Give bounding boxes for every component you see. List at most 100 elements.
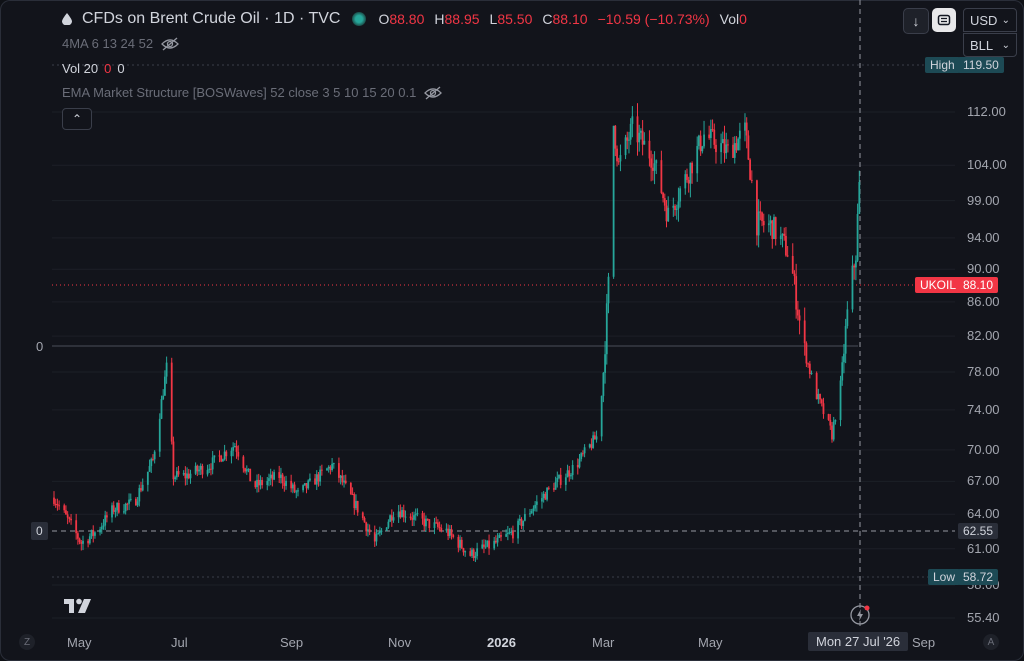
candle-body <box>416 513 419 515</box>
candle-body <box>796 309 799 316</box>
candle-body <box>232 447 235 451</box>
price-tick-label: 94.00 <box>967 229 1000 245</box>
hidden-eye-icon[interactable] <box>424 86 443 100</box>
candle-body <box>208 468 211 470</box>
crosshair-price-badge: 62.55 <box>958 523 999 539</box>
candle-body <box>338 463 340 478</box>
candle-body <box>636 116 639 143</box>
candle-body <box>375 534 378 542</box>
candle-body <box>663 198 666 206</box>
candle-body <box>76 533 79 539</box>
candle-body <box>820 399 823 404</box>
volume-indicator-label[interactable]: Vol 20 <box>62 61 98 76</box>
candle-body <box>452 534 455 537</box>
candle-body <box>626 137 629 141</box>
candle-body <box>732 144 734 158</box>
ma-indicator-legend[interactable]: 4MA 6 13 24 52 <box>62 36 179 51</box>
candle-body <box>245 469 248 472</box>
candle-body <box>851 265 854 310</box>
price-tick-label: 82.00 <box>967 328 1000 344</box>
candle-body <box>541 498 543 502</box>
time-tick-label: May <box>698 635 723 650</box>
candle-body <box>841 362 844 381</box>
candle-body <box>701 146 704 152</box>
candle-body <box>713 129 716 145</box>
candle-body <box>397 511 400 518</box>
candle-body <box>582 453 584 455</box>
candle-body <box>355 501 357 509</box>
candle-body <box>269 474 272 479</box>
candle-body <box>378 531 381 534</box>
left-zero-badge: 0 <box>31 522 48 540</box>
candle-body <box>281 474 284 483</box>
candle-body <box>843 353 845 363</box>
ema-indicator-legend[interactable]: EMA Market Structure [BOSWaves] 52 close… <box>62 85 443 100</box>
candle-body <box>756 180 758 236</box>
candle-body <box>665 205 668 222</box>
candle-body <box>423 518 426 527</box>
candle-body <box>822 403 825 415</box>
collapse-legend-button[interactable]: ⌃ <box>62 108 92 130</box>
volume-value-1: 0 <box>104 61 112 76</box>
candle-body <box>436 522 439 527</box>
ema-indicator-label[interactable]: EMA Market Structure [BOSWaves] 52 close… <box>62 85 416 100</box>
left-zero-label: 0 <box>36 339 44 354</box>
candle-body <box>380 530 383 532</box>
candle-body <box>793 273 796 277</box>
candle-body <box>505 534 508 537</box>
symbol-title[interactable]: CFDs on Brent Crude Oil · 1D · TVC <box>82 10 340 28</box>
candle-body <box>829 419 832 426</box>
sync-toggle-button[interactable] <box>932 8 956 32</box>
market-status-icon[interactable] <box>352 12 367 26</box>
candle-body <box>223 451 226 460</box>
candle-body <box>387 521 390 528</box>
candle-body <box>206 469 209 475</box>
candle-body <box>856 213 859 261</box>
candle-body <box>523 514 526 521</box>
candle-body <box>641 130 644 145</box>
candle-body <box>367 529 369 532</box>
time-tick-label: Mar <box>592 635 615 650</box>
candle-body <box>283 482 286 486</box>
candle-body <box>450 529 453 535</box>
candle-body <box>152 458 154 460</box>
hidden-eye-icon[interactable] <box>161 37 179 51</box>
candle-body <box>720 143 722 153</box>
candle-body <box>233 446 236 448</box>
candle-body <box>607 276 610 304</box>
candle-body <box>535 501 538 505</box>
candle-body <box>564 477 567 485</box>
tradingview-logo-icon[interactable] <box>64 598 96 614</box>
candle-body <box>105 515 108 518</box>
candle-body <box>510 531 513 533</box>
candle-body <box>344 480 347 484</box>
volume-indicator-legend[interactable]: Vol 20 0 0 <box>62 61 125 76</box>
candle-body <box>781 233 784 236</box>
candle-body <box>496 537 499 543</box>
candle-body <box>266 481 269 486</box>
chart-panel[interactable]: CFDs on Brent Crude Oil · 1D · TVC O88.8… <box>0 0 1024 661</box>
auto-scale-button[interactable]: A <box>983 634 999 650</box>
ma-indicator-label[interactable]: 4MA 6 13 24 52 <box>62 36 153 51</box>
unit-select[interactable]: BLL ⌄ <box>963 33 1017 57</box>
download-button[interactable]: ↓ <box>903 8 929 34</box>
candle-body <box>757 211 760 236</box>
candle-body <box>745 122 748 136</box>
candle-body <box>774 217 777 240</box>
candle-body <box>767 223 770 226</box>
candle-body <box>854 260 857 268</box>
candle-body <box>244 468 246 472</box>
candle-body <box>846 309 849 327</box>
candle-body <box>544 493 547 500</box>
time-tick-label: Sep <box>280 635 304 650</box>
candle-body <box>698 135 700 147</box>
lightning-alert-icon[interactable] <box>850 604 872 626</box>
candle-body <box>493 540 496 549</box>
vol-key: Vol <box>719 11 740 27</box>
candle-body <box>481 544 484 549</box>
candle-body <box>413 515 415 520</box>
candle-body <box>65 510 67 515</box>
currency-select[interactable]: USD ⌄ <box>963 8 1017 32</box>
symbol-legend[interactable]: CFDs on Brent Crude Oil · 1D · TVC O88.8… <box>62 10 747 28</box>
timezone-button[interactable]: Z <box>19 634 35 650</box>
